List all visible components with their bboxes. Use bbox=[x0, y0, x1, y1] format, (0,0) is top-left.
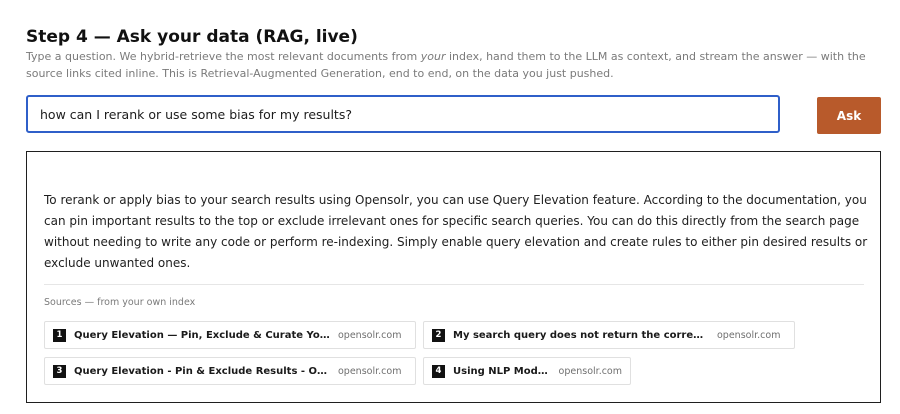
page-title: Step 4 — Ask your data (RAG, live) bbox=[26, 27, 358, 47]
source-title: My search query does not return the corr… bbox=[453, 329, 709, 341]
source-domain: opensolr.com bbox=[338, 329, 402, 341]
source-title: Query Elevation - Pin & Exclude Results … bbox=[74, 365, 330, 377]
source-link-1[interactable]: 1 Query Elevation — Pin, Exclude & Curat… bbox=[44, 321, 416, 349]
source-number-badge: 3 bbox=[53, 364, 66, 378]
answer-text: To rerank or apply bias to your search r… bbox=[44, 193, 868, 270]
description-emphasis: your bbox=[420, 50, 446, 63]
ask-button[interactable]: Ask bbox=[817, 97, 881, 134]
source-title: Using NLP Models bbox=[453, 365, 551, 377]
sources-divider bbox=[44, 284, 864, 285]
source-title: Query Elevation — Pin, Exclude & Curate … bbox=[74, 329, 330, 341]
page-description: Type a question. We hybrid-retrieve the … bbox=[26, 48, 878, 82]
source-number-badge: 1 bbox=[53, 328, 66, 342]
source-number-badge: 4 bbox=[432, 364, 445, 378]
source-domain: opensolr.com bbox=[717, 329, 781, 341]
source-domain: opensolr.com bbox=[558, 365, 622, 377]
source-link-4[interactable]: 4 Using NLP Models opensolr.com bbox=[423, 357, 631, 385]
description-text: Type a question. We hybrid-retrieve the … bbox=[26, 50, 421, 63]
source-domain: opensolr.com bbox=[338, 365, 402, 377]
sources-label: Sources — from your own index bbox=[44, 297, 196, 308]
source-number-badge: 2 bbox=[432, 328, 445, 342]
question-input[interactable] bbox=[26, 95, 780, 133]
source-link-3[interactable]: 3 Query Elevation - Pin & Exclude Result… bbox=[44, 357, 416, 385]
answer-panel: To rerank or apply bias to your search r… bbox=[26, 151, 881, 403]
source-link-2[interactable]: 2 My search query does not return the co… bbox=[423, 321, 795, 349]
